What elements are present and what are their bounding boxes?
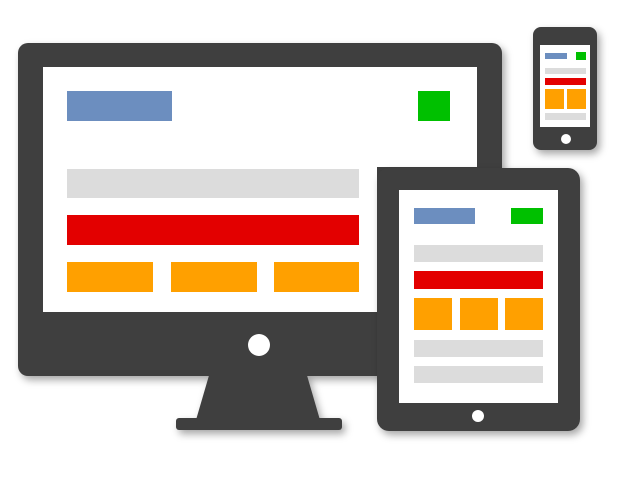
phone-home-button xyxy=(561,134,571,144)
smartphone-icon xyxy=(0,0,617,474)
phone-tile xyxy=(567,89,586,109)
phone-nav-bar xyxy=(545,68,586,74)
responsive-design-illustration xyxy=(0,0,617,474)
phone-action-block xyxy=(576,52,586,60)
smartphone-graphic xyxy=(533,27,597,150)
phone-hero-banner xyxy=(545,78,586,85)
phone-logo-block xyxy=(545,53,567,59)
phone-content-bar xyxy=(545,113,586,120)
phone-tile xyxy=(545,89,564,109)
